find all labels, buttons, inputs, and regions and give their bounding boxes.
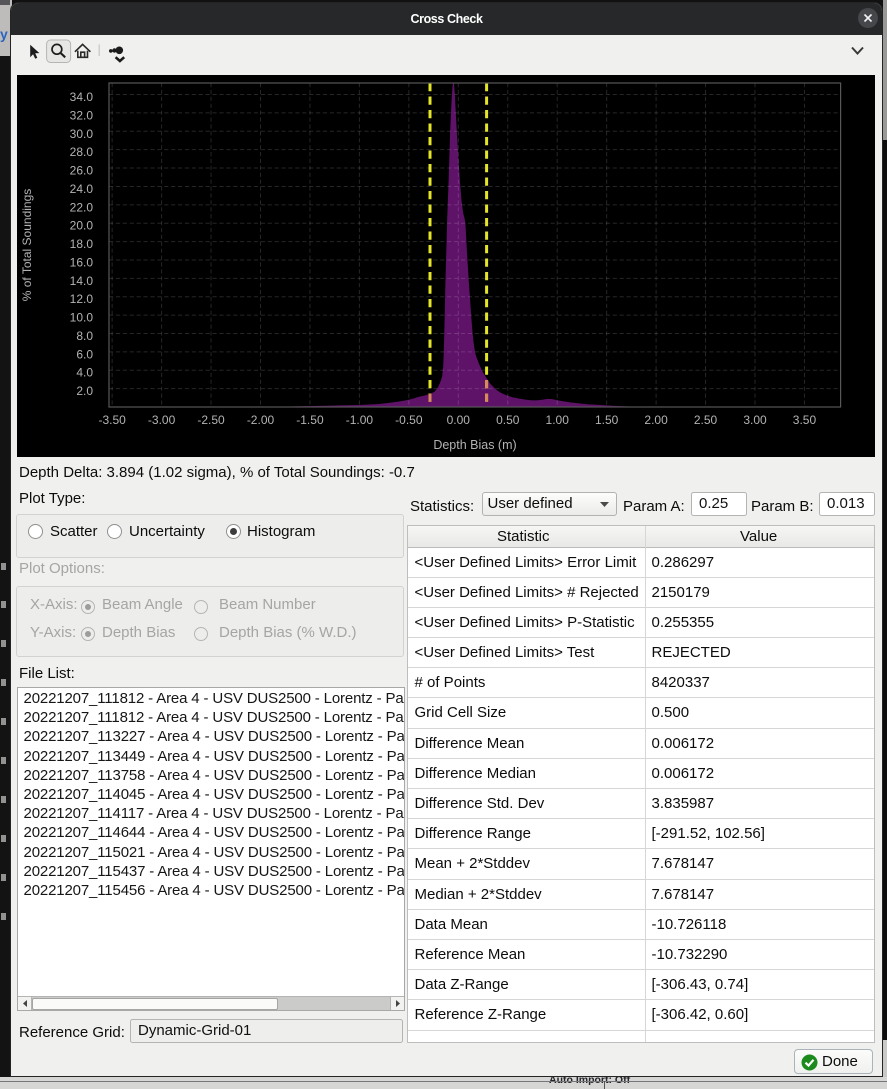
svg-text:6.0: 6.0 [76,347,93,361]
svg-text:22.0: 22.0 [70,200,94,214]
svg-text:-1.50: -1.50 [296,413,324,427]
svg-text:-0.50: -0.50 [395,413,423,427]
svg-text:-3.50: -3.50 [98,413,126,427]
svg-text:0.50: 0.50 [496,413,520,427]
svg-text:3.00: 3.00 [743,413,767,427]
svg-text:16.0: 16.0 [70,256,94,270]
svg-text:% of Total Soundings: % of Total Soundings [20,189,34,302]
svg-text:3.50: 3.50 [793,413,817,427]
svg-text:34.0: 34.0 [70,90,94,104]
svg-text:20.0: 20.0 [70,219,94,233]
svg-text:-1.00: -1.00 [346,413,374,427]
svg-text:4.0: 4.0 [76,366,93,380]
svg-text:1.50: 1.50 [595,413,619,427]
svg-text:-2.50: -2.50 [197,413,225,427]
svg-text:24.0: 24.0 [70,182,94,196]
svg-text:-3.00: -3.00 [148,413,176,427]
svg-text:32.0: 32.0 [70,108,94,122]
svg-text:2.00: 2.00 [644,413,668,427]
svg-text:2.50: 2.50 [694,413,718,427]
svg-text:Depth Bias (m): Depth Bias (m) [433,438,516,452]
svg-text:0.00: 0.00 [447,413,471,427]
svg-text:8.0: 8.0 [76,329,93,343]
svg-text:1.00: 1.00 [546,413,570,427]
svg-text:30.0: 30.0 [70,127,94,141]
svg-text:10.0: 10.0 [70,311,94,325]
svg-text:12.0: 12.0 [70,292,94,306]
svg-text:26.0: 26.0 [70,164,94,178]
svg-text:-2.00: -2.00 [247,413,275,427]
svg-text:14.0: 14.0 [70,274,94,288]
svg-text:2.0: 2.0 [76,384,93,398]
svg-text:18.0: 18.0 [70,237,94,251]
svg-text:28.0: 28.0 [70,145,94,159]
